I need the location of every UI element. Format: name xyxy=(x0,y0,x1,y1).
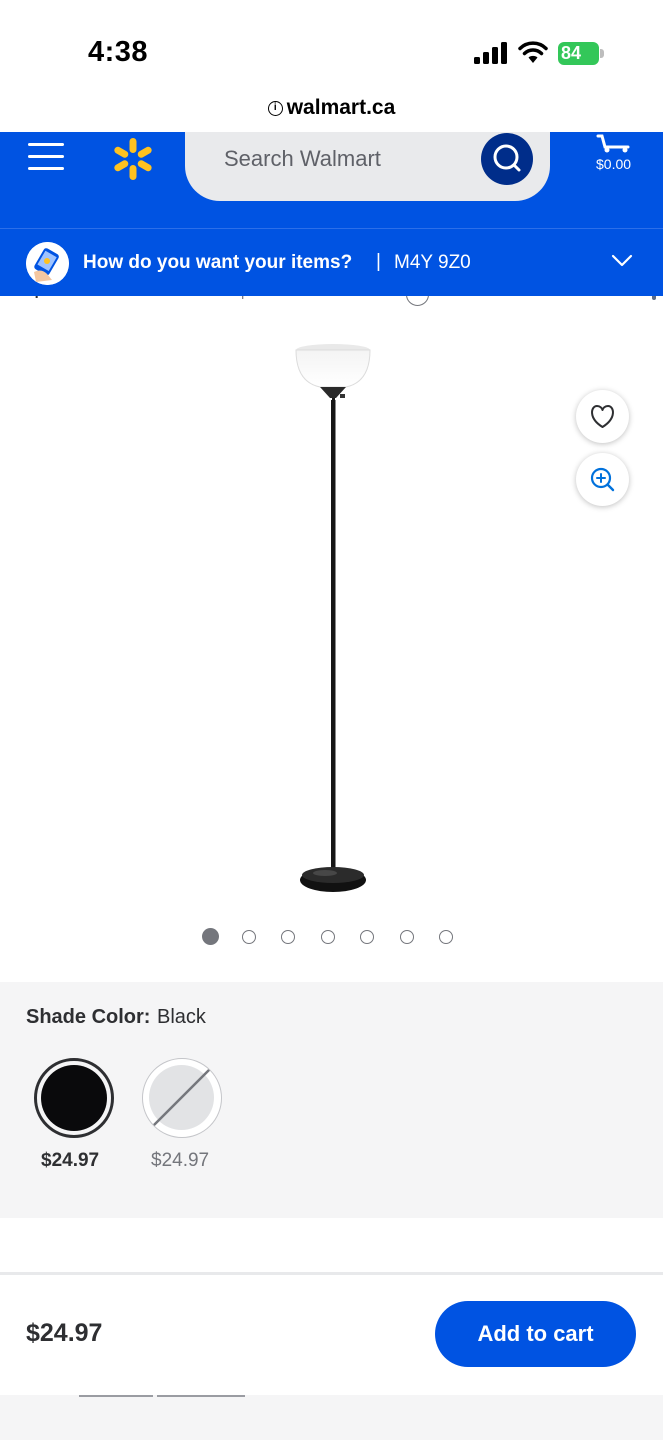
walmart-spark-logo-icon[interactable] xyxy=(109,134,157,184)
product-image[interactable] xyxy=(280,340,390,900)
delivery-selector[interactable]: How do you want your items? | M4Y 9Z0 xyxy=(0,228,663,296)
delivery-separator: | xyxy=(376,251,381,272)
wifi-icon xyxy=(518,41,548,63)
image-carousel-pagination xyxy=(202,928,464,948)
zoom-in-icon xyxy=(590,467,615,492)
variant-label: Shade Color: xyxy=(26,1006,151,1028)
sticky-add-to-cart-bar: $24.97 Add to cart xyxy=(0,1275,663,1395)
bottom-price: $24.97 xyxy=(26,1319,103,1347)
search-icon xyxy=(493,144,521,172)
cellular-signal-icon xyxy=(474,42,507,64)
carousel-dot[interactable] xyxy=(281,930,295,944)
battery-icon: 84 xyxy=(558,42,604,65)
heart-icon xyxy=(591,405,614,428)
variant-selector: Shade Color: Black $24.97 $24.97 xyxy=(0,982,663,1218)
favorite-button[interactable] xyxy=(576,390,629,443)
search-button[interactable] xyxy=(481,133,533,185)
carousel-dot[interactable] xyxy=(202,928,219,945)
url-text: walmart.ca xyxy=(286,96,396,119)
swatch-white-unavailable[interactable] xyxy=(142,1058,222,1138)
status-time: 4:38 xyxy=(88,36,149,68)
swatch-black[interactable] xyxy=(34,1058,114,1138)
zoom-button[interactable] xyxy=(576,453,629,506)
hamburger-menu-icon[interactable] xyxy=(28,143,64,173)
carousel-dot[interactable] xyxy=(399,930,414,944)
swatch-price: $24.97 xyxy=(41,1150,100,1171)
site-info-icon[interactable]: i xyxy=(267,100,283,116)
battery-level: 84 xyxy=(561,43,582,63)
cart-total[interactable]: $0.00 xyxy=(596,156,631,172)
carousel-dot[interactable] xyxy=(439,930,453,944)
carousel-dot[interactable] xyxy=(360,930,374,944)
footer-area xyxy=(0,1395,663,1440)
carousel-dot[interactable] xyxy=(241,930,256,944)
site-header: Search Walmart $0.00 xyxy=(0,132,663,228)
browser-url-bar[interactable]: i walmart.ca xyxy=(0,96,663,132)
swatch-price: $24.97 xyxy=(151,1150,210,1171)
delivery-phone-icon xyxy=(26,242,69,285)
variant-selected-value: Black xyxy=(157,1006,206,1028)
footer-tab-indicator xyxy=(79,1395,153,1397)
status-bar: 4:38 84 xyxy=(0,0,663,100)
search-placeholder: Search Walmart xyxy=(224,146,381,171)
footer-tab-indicator xyxy=(157,1395,245,1397)
postal-code: M4Y 9Z0 xyxy=(394,252,471,273)
chevron-down-icon[interactable] xyxy=(611,254,633,268)
carousel-dot[interactable] xyxy=(320,930,335,944)
delivery-question: How do you want your items? xyxy=(83,252,353,273)
unavailable-slash-icon xyxy=(150,1066,213,1129)
add-to-cart-button[interactable]: Add to cart xyxy=(435,1301,636,1367)
